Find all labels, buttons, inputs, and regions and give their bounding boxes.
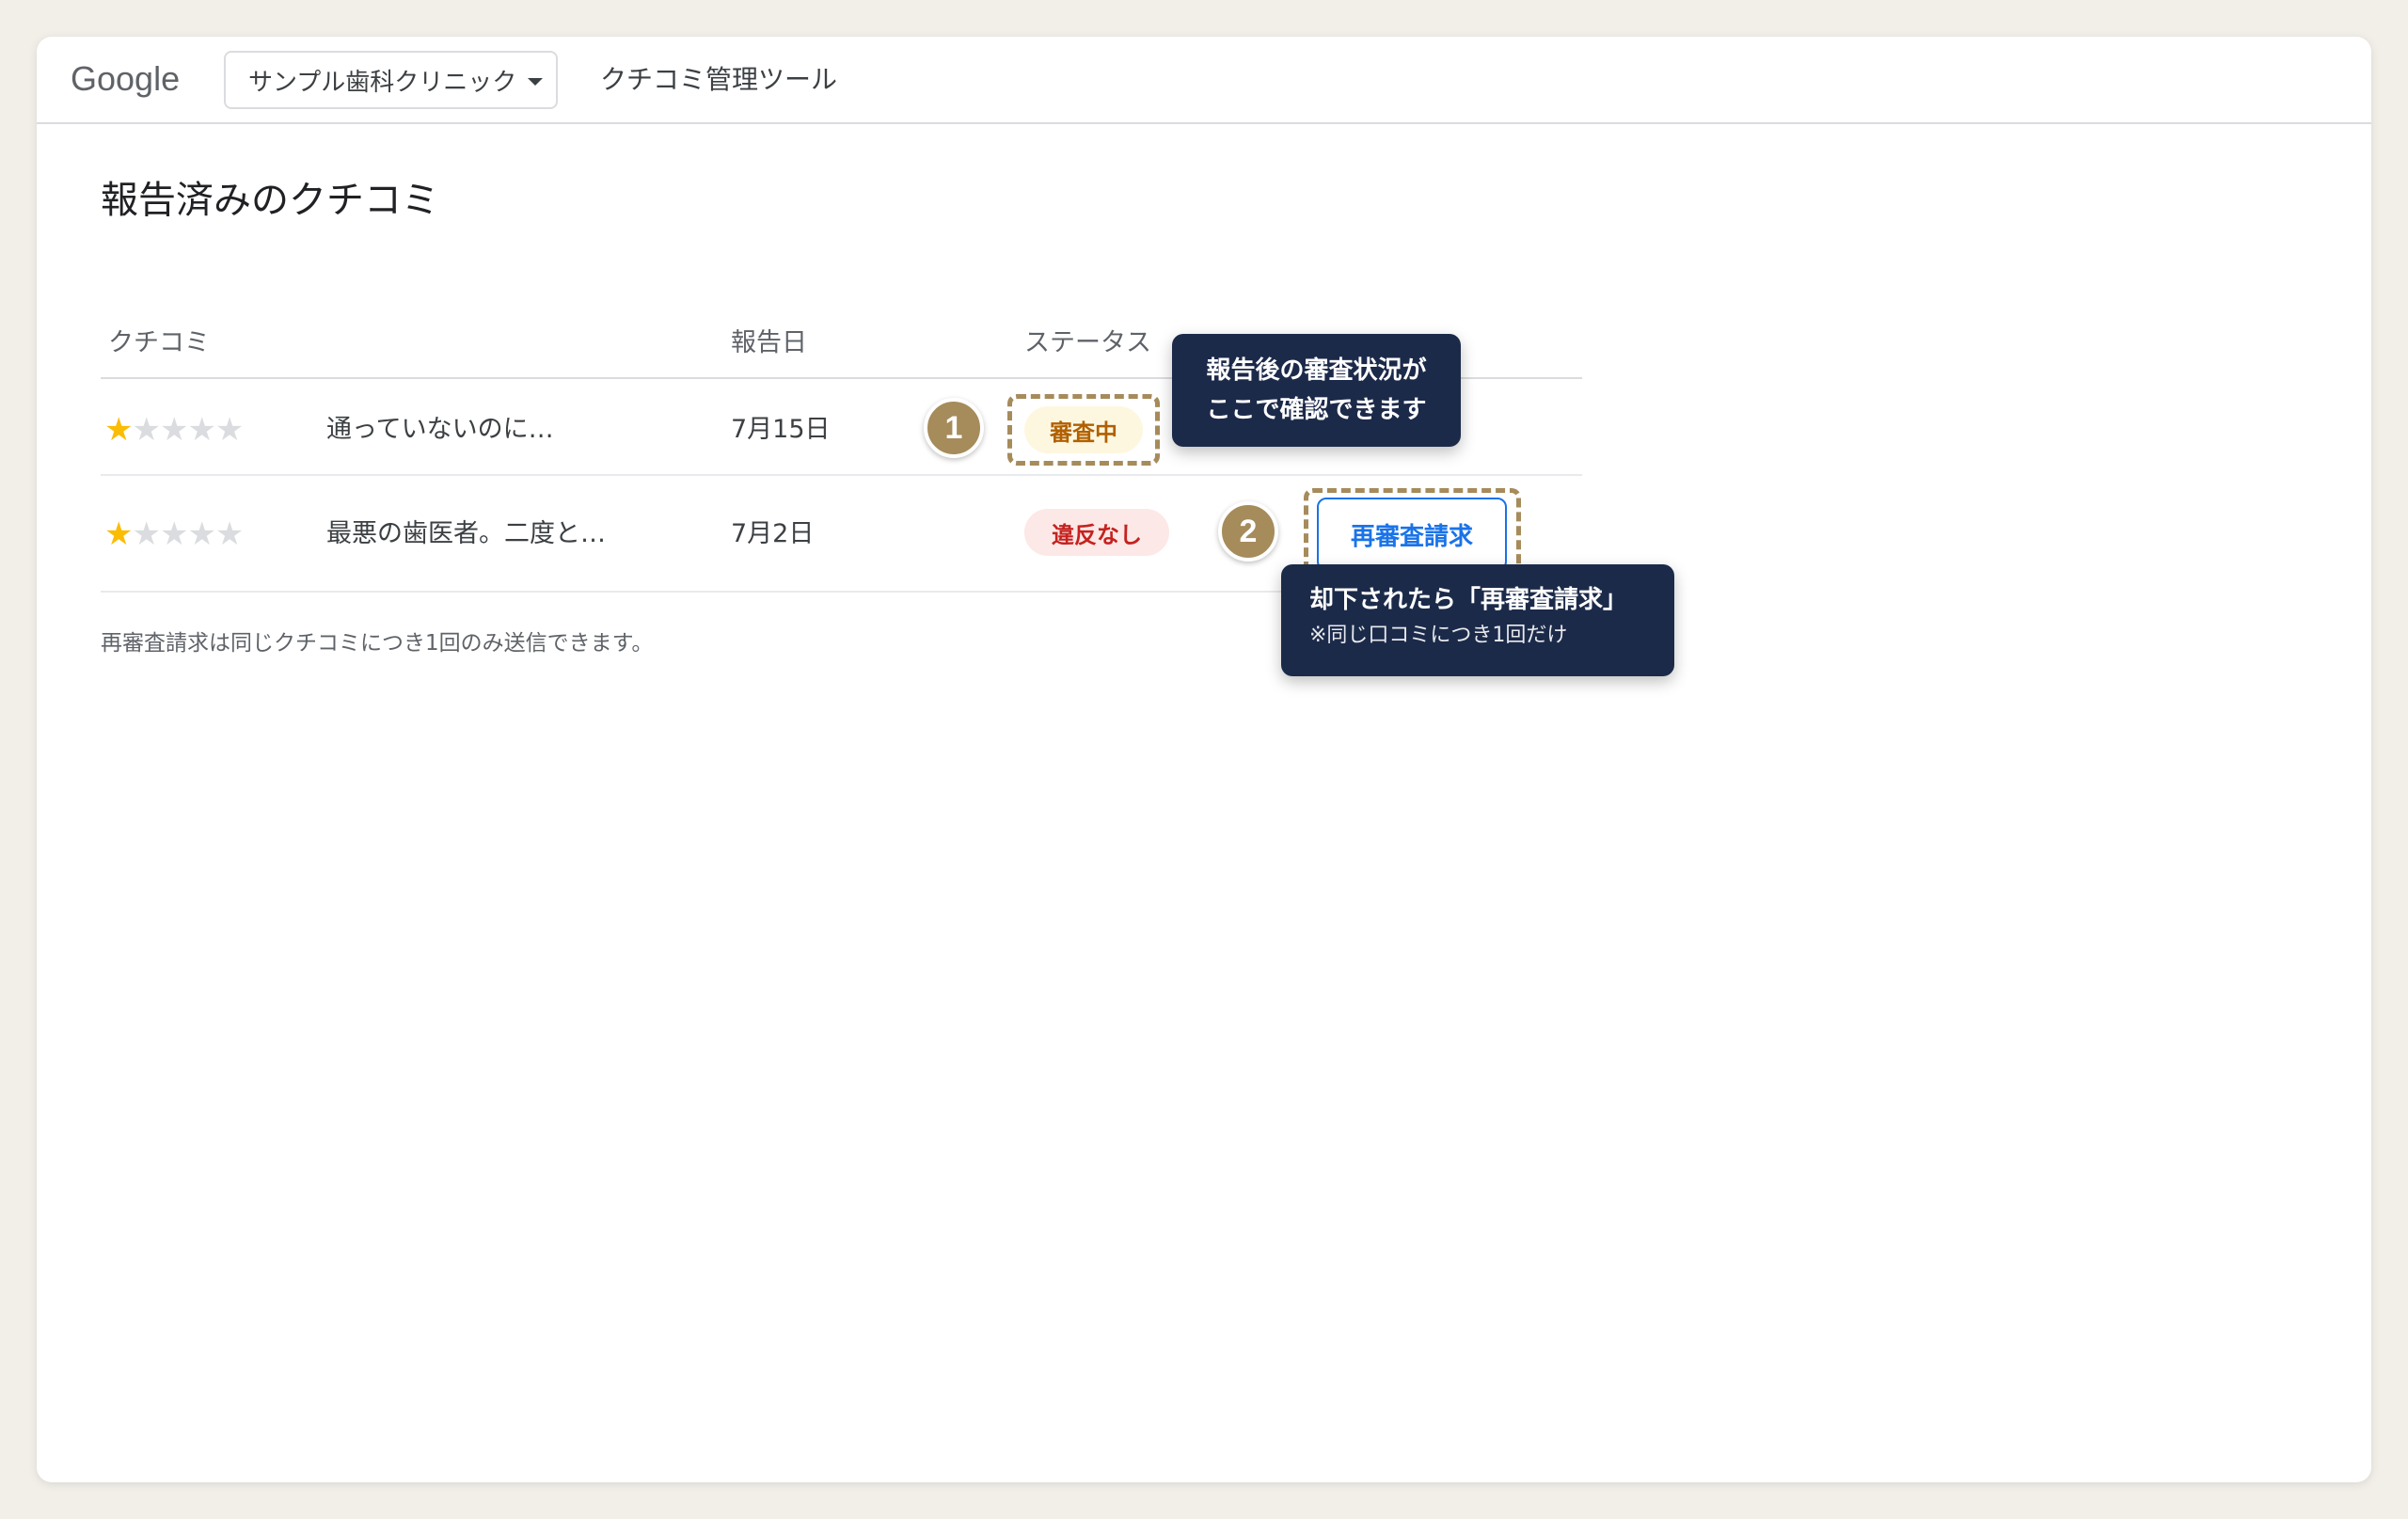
tooltip-line: 報告後の審査状況が — [1206, 356, 1427, 385]
status-badge-no-violation: 違反なし — [1024, 509, 1169, 556]
star-icon-empty: ★★★★ — [132, 515, 244, 553]
tooltip-title: 却下されたら「再審査請求」 — [1309, 586, 1628, 614]
callout-number-2: 2 — [1218, 501, 1278, 562]
top-bar: Google サンプル歯科クリニック クチコミ管理ツール — [37, 37, 2371, 124]
star-icon-empty: ★★★★ — [132, 411, 244, 449]
review-snippet[interactable]: 通っていないのに… — [326, 411, 554, 449]
tooltip-line: ここで確認できます — [1206, 396, 1427, 424]
callout-number-1: 1 — [924, 398, 984, 458]
star-icon-filled: ★ — [104, 411, 134, 449]
appeal-button[interactable]: 再審査請求 — [1317, 498, 1507, 571]
column-header-review: クチコミ — [108, 328, 210, 357]
caret-down-icon — [528, 78, 544, 86]
column-header-status: ステータス — [1024, 328, 1151, 357]
star-rating: ★★★★★ — [104, 515, 244, 553]
column-header-date: 報告日 — [731, 328, 807, 357]
report-date: 7月2日 — [731, 519, 815, 548]
google-logo: Google — [71, 59, 181, 98]
business-name: サンプル歯科クリニック — [248, 68, 517, 97]
tooltip-subtitle: ※同じ口コミにつき1回だけ — [1309, 624, 1568, 647]
star-icon-filled: ★ — [104, 515, 134, 553]
page-title: 報告済みのクチコミ — [101, 179, 439, 222]
appeal-footnote: 再審査請求は同じクチコミにつき1回のみ送信できます。 — [101, 631, 654, 656]
report-date: 7月15日 — [731, 415, 831, 444]
tool-name: クチコミ管理ツール — [600, 64, 838, 95]
callout-tooltip-1: 報告後の審査状況が ここで確認できます — [1172, 334, 1461, 447]
status-badge-pending: 審査中 — [1024, 406, 1143, 453]
review-snippet[interactable]: 最悪の歯医者。二度と… — [326, 515, 606, 553]
business-selector[interactable]: サンプル歯科クリニック — [224, 51, 558, 109]
app-window: Google サンプル歯科クリニック クチコミ管理ツール 報告済みのクチコミ ク… — [37, 37, 2371, 1482]
callout-tooltip-2: 却下されたら「再審査請求」 ※同じ口コミにつき1回だけ — [1281, 564, 1674, 676]
star-rating: ★★★★★ — [104, 411, 244, 449]
